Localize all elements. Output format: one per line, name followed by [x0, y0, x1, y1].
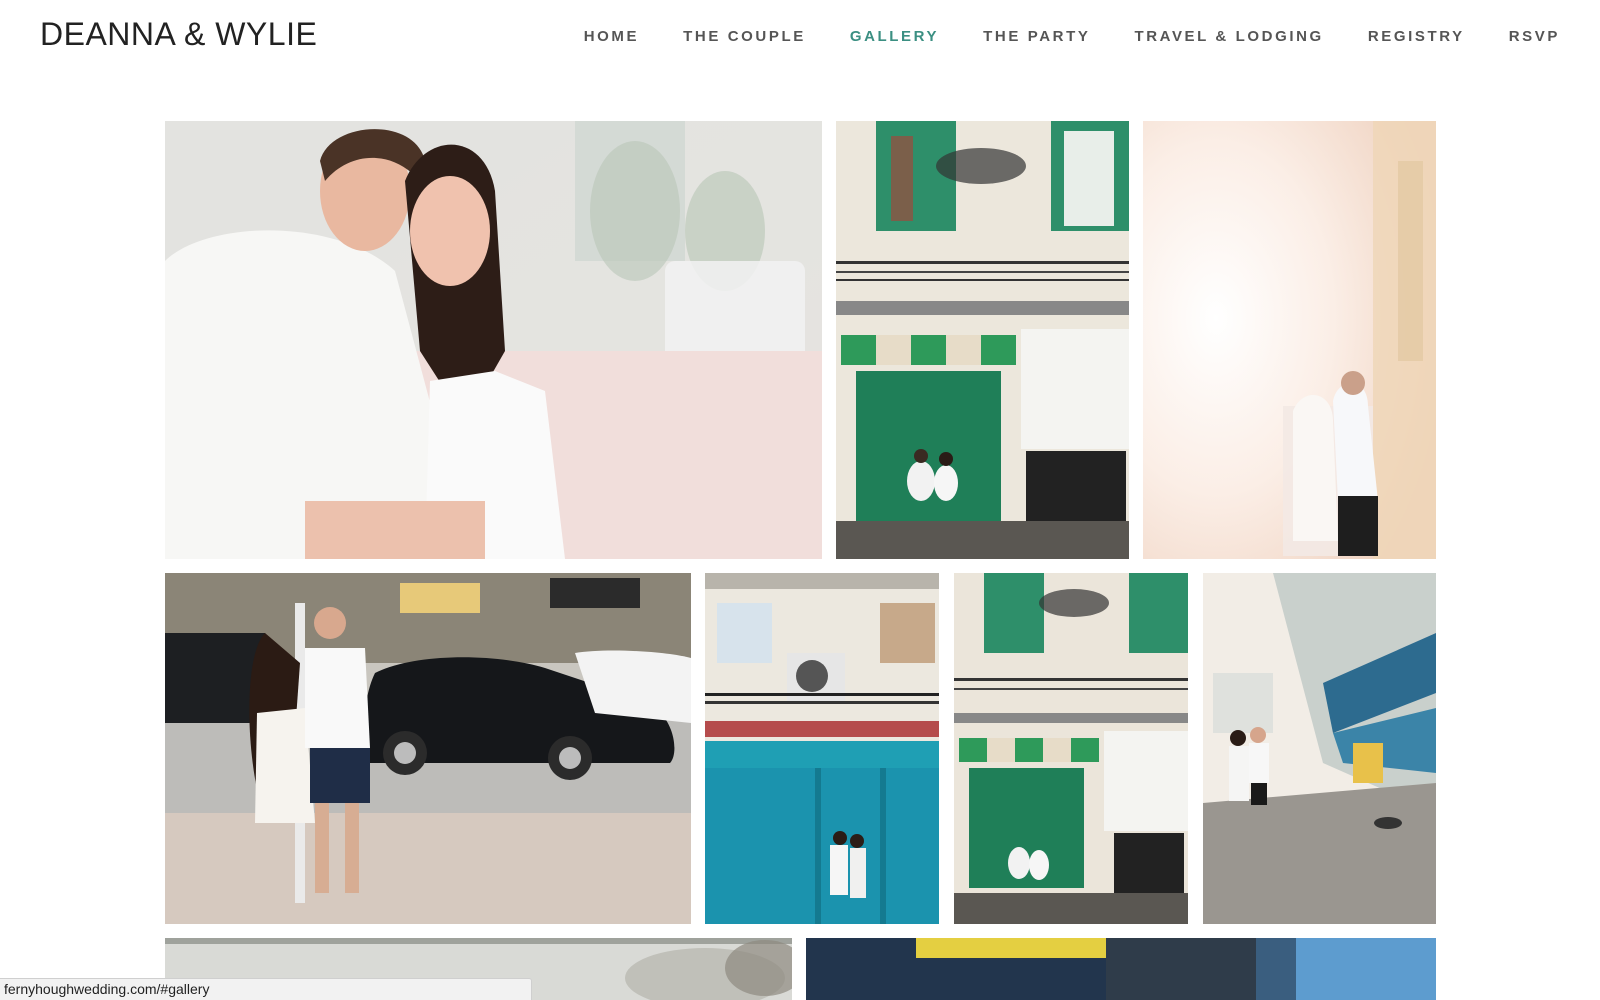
gallery-photo-alley-street[interactable] [1203, 573, 1436, 924]
green-shopfront-2-image [954, 573, 1188, 924]
nav-the-party[interactable]: THE PARTY [983, 28, 1090, 45]
green-shopfront-image [836, 121, 1129, 559]
gallery-photo-teal-shutter[interactable] [705, 573, 939, 924]
gallery-photo-green-shopfront[interactable] [836, 121, 1129, 559]
nav-rsvp[interactable]: RSVP [1509, 28, 1560, 45]
gallery-photo-street-cars[interactable] [165, 573, 691, 924]
nav-gallery[interactable]: GALLERY [850, 28, 939, 45]
gallery-photo-blue-awning[interactable] [806, 938, 1436, 1000]
nav-travel-lodging[interactable]: TRAVEL & LODGING [1134, 28, 1323, 45]
teal-shutter-image [705, 573, 939, 924]
status-url: fernyhoughwedding.com/#gallery [4, 981, 210, 997]
blue-awning-image [806, 938, 1436, 1000]
gallery-photo-sun-flare-couple[interactable] [1143, 121, 1436, 559]
nav-registry[interactable]: REGISTRY [1368, 28, 1465, 45]
gallery-photo-couple-closeup[interactable] [165, 121, 822, 559]
nav-the-couple[interactable]: THE COUPLE [683, 28, 806, 45]
browser-status-bar: fernyhoughwedding.com/#gallery [0, 978, 532, 1000]
street-cars-image [165, 573, 691, 924]
site-header: DEANNA & WYLIE HOME THE COUPLE GALLERY T… [0, 0, 1600, 80]
alley-street-image [1203, 573, 1436, 924]
nav-home[interactable]: HOME [584, 28, 639, 45]
main-nav: HOME THE COUPLE GALLERY THE PARTY TRAVEL… [540, 28, 1560, 45]
gallery-photo-green-shopfront-2[interactable] [954, 573, 1188, 924]
page: DEANNA & WYLIE HOME THE COUPLE GALLERY T… [0, 0, 1600, 1000]
sun-flare-couple-image [1143, 121, 1436, 559]
couple-closeup-image [165, 121, 822, 559]
site-title-link[interactable]: DEANNA & WYLIE [40, 16, 317, 53]
